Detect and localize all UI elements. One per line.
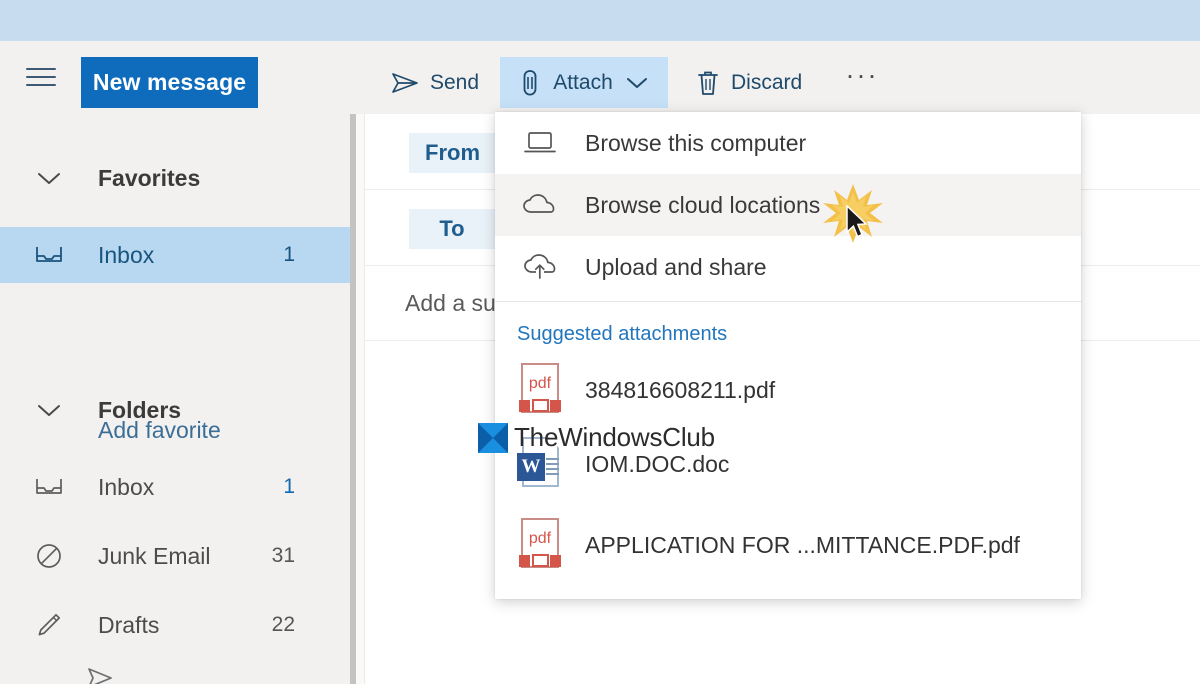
sidebar-item-inbox-favorite[interactable]: Inbox 1	[0, 227, 350, 283]
attach-button[interactable]: Attach	[500, 57, 668, 108]
sidebar-item-label: Inbox	[98, 473, 155, 500]
sidebar-item-count: 1	[283, 243, 295, 266]
sidebar-item-label: Junk Email	[98, 542, 211, 569]
hamburger-menu-icon[interactable]	[26, 68, 56, 88]
pencil-icon	[0, 611, 98, 639]
hamburger-line	[26, 68, 56, 70]
paperclip-icon	[520, 69, 540, 97]
more-options-button[interactable]: ···	[838, 57, 886, 108]
pdf-file-icon: pdf	[495, 363, 585, 417]
suggested-attachment-row[interactable]: W IOM.DOC.doc	[495, 427, 1081, 501]
pdf-file-icon: pdf	[495, 518, 585, 572]
menu-item-label: Browse this computer	[585, 129, 807, 156]
discard-label: Discard	[731, 70, 803, 94]
attachment-filename: 384816608211.pdf	[585, 376, 776, 403]
ellipsis-icon: ···	[845, 60, 879, 90]
chevron-down-icon[interactable]	[626, 76, 648, 90]
laptop-icon	[495, 130, 585, 156]
send-label: Send	[430, 70, 480, 94]
sidebar-group-label: Favorites	[98, 164, 201, 191]
menu-item-browse-cloud-locations[interactable]: Browse cloud locations	[495, 174, 1081, 236]
menu-item-browse-this-computer[interactable]: Browse this computer	[495, 112, 1081, 174]
send-arrow-icon	[391, 71, 419, 95]
sidebar-item-count: 31	[271, 544, 295, 567]
sidebar-item-junk-email[interactable]: Junk Email 31	[0, 528, 350, 584]
sidebar-group-label: Folders	[98, 396, 182, 423]
folder-sidebar: Favorites Inbox 1 Add favorite Folders I…	[0, 114, 350, 684]
block-icon	[0, 542, 98, 570]
cloud-upload-icon	[495, 253, 585, 281]
sidebar-gutter	[356, 114, 364, 684]
new-message-button[interactable]: New message	[81, 57, 258, 108]
discard-button[interactable]: Discard	[683, 57, 815, 108]
suggested-attachment-row[interactable]: pdf 384816608211.pdf	[495, 353, 1081, 427]
chevron-down-icon	[0, 402, 98, 418]
window-titlebar	[0, 0, 1200, 41]
word-file-icon: W	[495, 437, 585, 491]
hamburger-line	[26, 76, 56, 78]
attachment-filename: APPLICATION FOR ...MITTANCE.PDF.pdf	[585, 531, 1020, 558]
menu-item-label: Upload and share	[585, 253, 767, 280]
inbox-icon	[0, 474, 98, 500]
sidebar-item-drafts[interactable]: Drafts 22	[0, 597, 350, 653]
sidebar-group-folders[interactable]: Folders	[0, 384, 350, 436]
hamburger-line	[26, 84, 56, 86]
sidebar-item-partial[interactable]	[0, 666, 350, 684]
attach-label: Attach	[553, 70, 613, 94]
from-field-label[interactable]: From	[409, 133, 496, 173]
trash-icon	[696, 69, 720, 97]
outlook-window: New message Send Attach Discard ··· Favo…	[0, 0, 1200, 684]
inbox-icon	[0, 242, 98, 268]
sidebar-item-label: Drafts	[98, 611, 160, 638]
sidebar-scrollbar[interactable]	[350, 114, 356, 684]
sidebar-item-count: 22	[271, 613, 295, 636]
suggested-attachments-header: Suggested attachments	[517, 323, 728, 345]
sidebar-item-inbox[interactable]: Inbox 1	[0, 459, 350, 515]
sidebar-group-favorites[interactable]: Favorites	[0, 152, 350, 204]
menu-item-upload-and-share[interactable]: Upload and share	[495, 236, 1081, 298]
send-button[interactable]: Send	[378, 57, 492, 108]
sidebar-item-label: Inbox	[98, 241, 155, 268]
chevron-down-icon	[0, 170, 98, 186]
attach-dropdown-menu: Browse this computer Browse cloud locati…	[495, 112, 1081, 599]
cloud-icon	[495, 193, 585, 217]
menu-item-label: Browse cloud locations	[585, 191, 821, 218]
to-field-label[interactable]: To	[409, 209, 495, 249]
suggested-attachment-row[interactable]: pdf APPLICATION FOR ...MITTANCE.PDF.pdf	[495, 501, 1081, 589]
attachment-filename: IOM.DOC.doc	[585, 450, 730, 477]
sent-items-icon	[86, 666, 114, 684]
sidebar-item-count: 1	[283, 475, 295, 498]
